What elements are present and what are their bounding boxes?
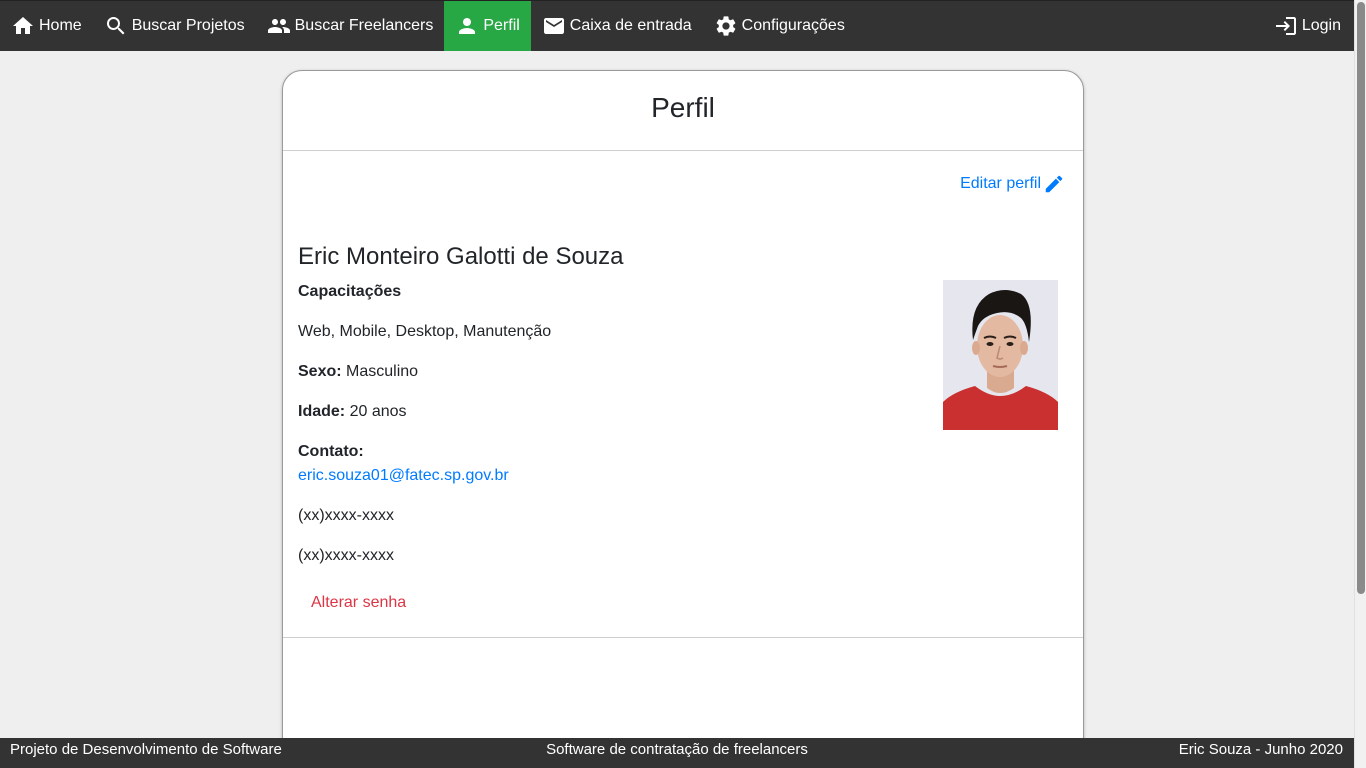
change-password-link[interactable]: Alterar senha — [311, 594, 406, 612]
footer-right: Eric Souza - Junho 2020 — [1178, 740, 1343, 758]
nav-caixa-entrada-label: Caixa de entrada — [569, 17, 692, 34]
gear-icon — [716, 16, 735, 36]
capacitacoes-label: Capacitações — [298, 283, 402, 300]
nav-perfil-label: Perfil — [483, 17, 520, 34]
nav-buscar-freelancers-label: Buscar Freelancers — [294, 17, 434, 34]
idade-field: Idade: 20 anos — [298, 403, 407, 421]
sexo-label: Sexo: — [298, 363, 342, 380]
email-link[interactable]: eric.souza01@fatec.sp.gov.br — [298, 467, 509, 484]
login-icon — [1275, 17, 1296, 35]
phone-1: (xx)xxxx-xxxx — [298, 507, 394, 524]
nav-login-label: Login — [1301, 17, 1341, 34]
capacitacoes-heading: Capacitações — [298, 283, 401, 301]
profile-photo-image — [943, 280, 1058, 430]
profile-photo — [943, 280, 1058, 430]
idade-label: Idade: — [298, 403, 346, 420]
footer: Projeto de Desenvolvimento de Software S… — [0, 738, 1354, 760]
page-title: Perfil — [651, 91, 715, 123]
sexo-value: Masculino — [346, 363, 419, 380]
mail-icon — [543, 18, 564, 34]
pencil-icon — [1045, 175, 1063, 193]
home-icon — [13, 17, 33, 34]
nav-configuracoes-label: Configurações — [741, 17, 845, 34]
card-header: Perfil — [283, 71, 1083, 151]
nav-buscar-projetos[interactable]: Buscar Projetos — [93, 1, 256, 51]
search-icon — [106, 17, 125, 35]
edit-profile-label: Editar perfil — [960, 175, 1041, 192]
vertical-scrollbar[interactable] — [1354, 0, 1366, 768]
sexo-field: Sexo: Masculino — [298, 363, 418, 381]
edit-profile-link[interactable]: Editar perfil — [960, 173, 1065, 195]
nav-buscar-freelancers[interactable]: Buscar Freelancers — [256, 1, 445, 51]
footer-left: Projeto de Desenvolvimento de Software — [10, 740, 282, 758]
contato-label: Contato: — [298, 443, 364, 460]
profile-card: Perfil Editar perfil Eric Monteiro Galot… — [282, 70, 1084, 768]
contato-heading: Contato: — [298, 443, 364, 461]
top-navbar: Home Buscar Projetos Buscar Freelancers … — [0, 0, 1354, 51]
person-icon — [459, 18, 476, 34]
nav-home[interactable]: Home — [0, 1, 93, 51]
card-divider — [283, 637, 1083, 638]
phone-2: (xx)xxxx-xxxx — [298, 547, 394, 564]
nav-buscar-projetos-label: Buscar Projetos — [131, 17, 245, 34]
nav-home-label: Home — [39, 17, 82, 34]
email-field: eric.souza01@fatec.sp.gov.br — [298, 467, 509, 485]
footer-bottom-strip — [0, 760, 1354, 768]
nav-perfil[interactable]: Perfil — [444, 1, 531, 51]
idade-value: 20 anos — [349, 403, 407, 420]
nav-caixa-entrada[interactable]: Caixa de entrada — [531, 1, 703, 51]
people-icon — [267, 19, 290, 33]
nav-login[interactable]: Login — [1263, 1, 1354, 51]
scrollbar-thumb[interactable] — [1357, 2, 1365, 594]
capacitacoes-value: Web, Mobile, Desktop, Manutenção — [298, 323, 552, 340]
nav-configuracoes[interactable]: Configurações — [703, 1, 856, 51]
profile-name: Eric Monteiro Galotti de Souza — [298, 243, 624, 270]
